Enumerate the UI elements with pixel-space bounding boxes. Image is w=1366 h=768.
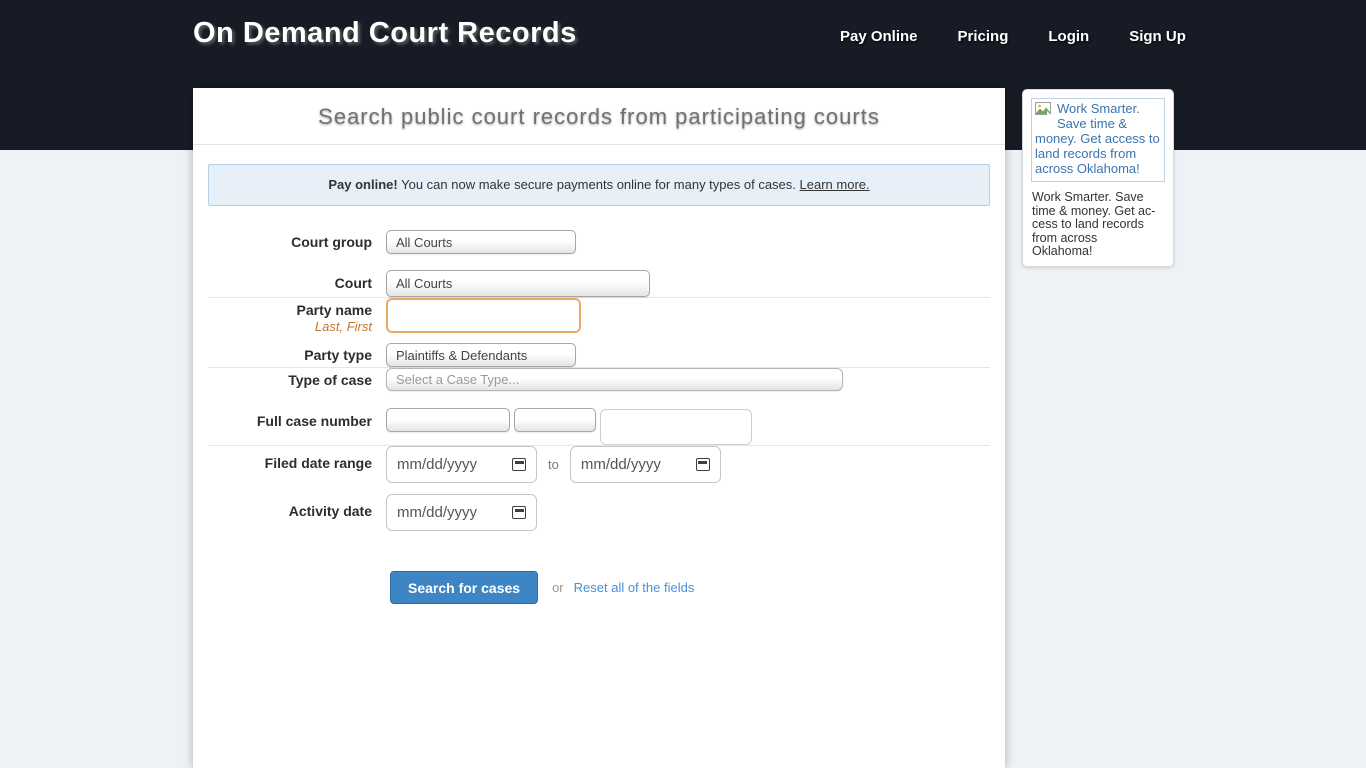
case-type-select[interactable]: Select a Case Type...: [386, 368, 843, 391]
form-row-court: Court All Courts: [208, 270, 990, 297]
filed-date-end-placeholder: mm/dd/yyyy: [581, 456, 661, 473]
calendar-icon[interactable]: [696, 458, 710, 471]
filed-date-range-label: Filed date range: [208, 446, 372, 471]
ad-caption-line: Oklahoma!: [1032, 245, 1165, 259]
case-number-part2-select[interactable]: [514, 408, 596, 432]
form-row-party-name: Party name Last, First: [208, 298, 990, 334]
filed-date-start-placeholder: mm/dd/yyyy: [397, 456, 477, 473]
main-nav: Pay Online Pricing Login Sign Up: [840, 28, 1186, 45]
form-row-activity-date: Activity date mm/dd/yyyy: [208, 494, 990, 531]
page-title: Search public court records from partici…: [193, 88, 1005, 145]
nav-login[interactable]: Login: [1048, 28, 1089, 45]
court-group-selected-value: All Courts: [396, 235, 452, 250]
nav-sign-up[interactable]: Sign Up: [1129, 28, 1186, 45]
banner-bold-text: Pay online!: [328, 177, 397, 192]
case-type-label: Type of case: [208, 368, 372, 388]
ad-caption-line: from across: [1032, 232, 1165, 246]
case-number-label: Full case number: [208, 408, 372, 429]
form-row-court-group: Court group All Courts: [208, 230, 990, 254]
filed-date-end-input[interactable]: mm/dd/yyyy: [570, 446, 721, 483]
broken-image-icon: [1035, 102, 1055, 119]
activity-date-input[interactable]: mm/dd/yyyy: [386, 494, 537, 531]
calendar-icon[interactable]: [512, 458, 526, 471]
activity-date-placeholder: mm/dd/yyyy: [397, 504, 477, 521]
party-type-select[interactable]: Plaintiffs & Defendants: [386, 343, 576, 367]
learn-more-link[interactable]: Learn more.: [800, 177, 870, 192]
court-selected-value: All Courts: [396, 276, 452, 291]
search-for-cases-button[interactable]: Search for cases: [390, 571, 538, 604]
party-name-input[interactable]: [386, 298, 581, 333]
court-select[interactable]: All Courts: [386, 270, 650, 297]
banner-text: You can now make secure payments online …: [401, 177, 796, 192]
reset-fields-link[interactable]: Reset all of the fields: [574, 580, 695, 595]
case-type-placeholder: Select a Case Type...: [396, 372, 519, 387]
ad-caption-line: Work Smarter. Save: [1032, 191, 1165, 205]
pay-online-banner: Pay online! You can now make secure paym…: [208, 164, 990, 206]
form-actions-row: Search for cases or Reset all of the fie…: [208, 571, 990, 604]
form-row-party-type: Party type Plaintiffs & Defendants: [208, 343, 990, 367]
search-card: Search public court records from partici…: [193, 88, 1005, 768]
party-type-selected-value: Plaintiffs & Defendants: [396, 348, 527, 363]
site-title[interactable]: On Demand Court Records: [193, 17, 577, 50]
court-label: Court: [208, 270, 372, 291]
form-row-case-number: Full case number: [208, 408, 990, 445]
party-type-label: Party type: [208, 343, 372, 363]
party-name-label-stack: Party name Last, First: [208, 298, 372, 334]
ad-caption: Work Smarter. Save time & money. Get ac-…: [1031, 191, 1165, 259]
nav-pricing[interactable]: Pricing: [958, 28, 1009, 45]
or-text: or: [552, 580, 564, 595]
activity-date-label: Activity date: [208, 494, 372, 519]
case-number-part3-input[interactable]: [600, 409, 752, 445]
court-group-label: Court group: [208, 230, 372, 250]
filed-date-start-input[interactable]: mm/dd/yyyy: [386, 446, 537, 483]
ad-image-link[interactable]: Work Smarter. Save time & money. Get acc…: [1031, 98, 1165, 182]
nav-pay-online[interactable]: Pay Online: [840, 28, 918, 45]
party-name-hint: Last, First: [208, 319, 372, 334]
ad-caption-line: cess to land records: [1032, 218, 1165, 232]
sidebar-ad-card: Work Smarter. Save time & money. Get acc…: [1022, 89, 1174, 267]
form-row-filed-date-range: Filed date range mm/dd/yyyy to mm/dd/yyy…: [208, 446, 990, 483]
ad-caption-line: time & money. Get ac-: [1032, 205, 1165, 219]
case-number-part1-select[interactable]: [386, 408, 510, 432]
date-range-joiner: to: [548, 457, 559, 472]
form-row-case-type: Type of case Select a Case Type...: [208, 368, 990, 391]
court-group-select[interactable]: All Courts: [386, 230, 576, 254]
party-name-label: Party name: [208, 302, 372, 318]
calendar-icon[interactable]: [512, 506, 526, 519]
